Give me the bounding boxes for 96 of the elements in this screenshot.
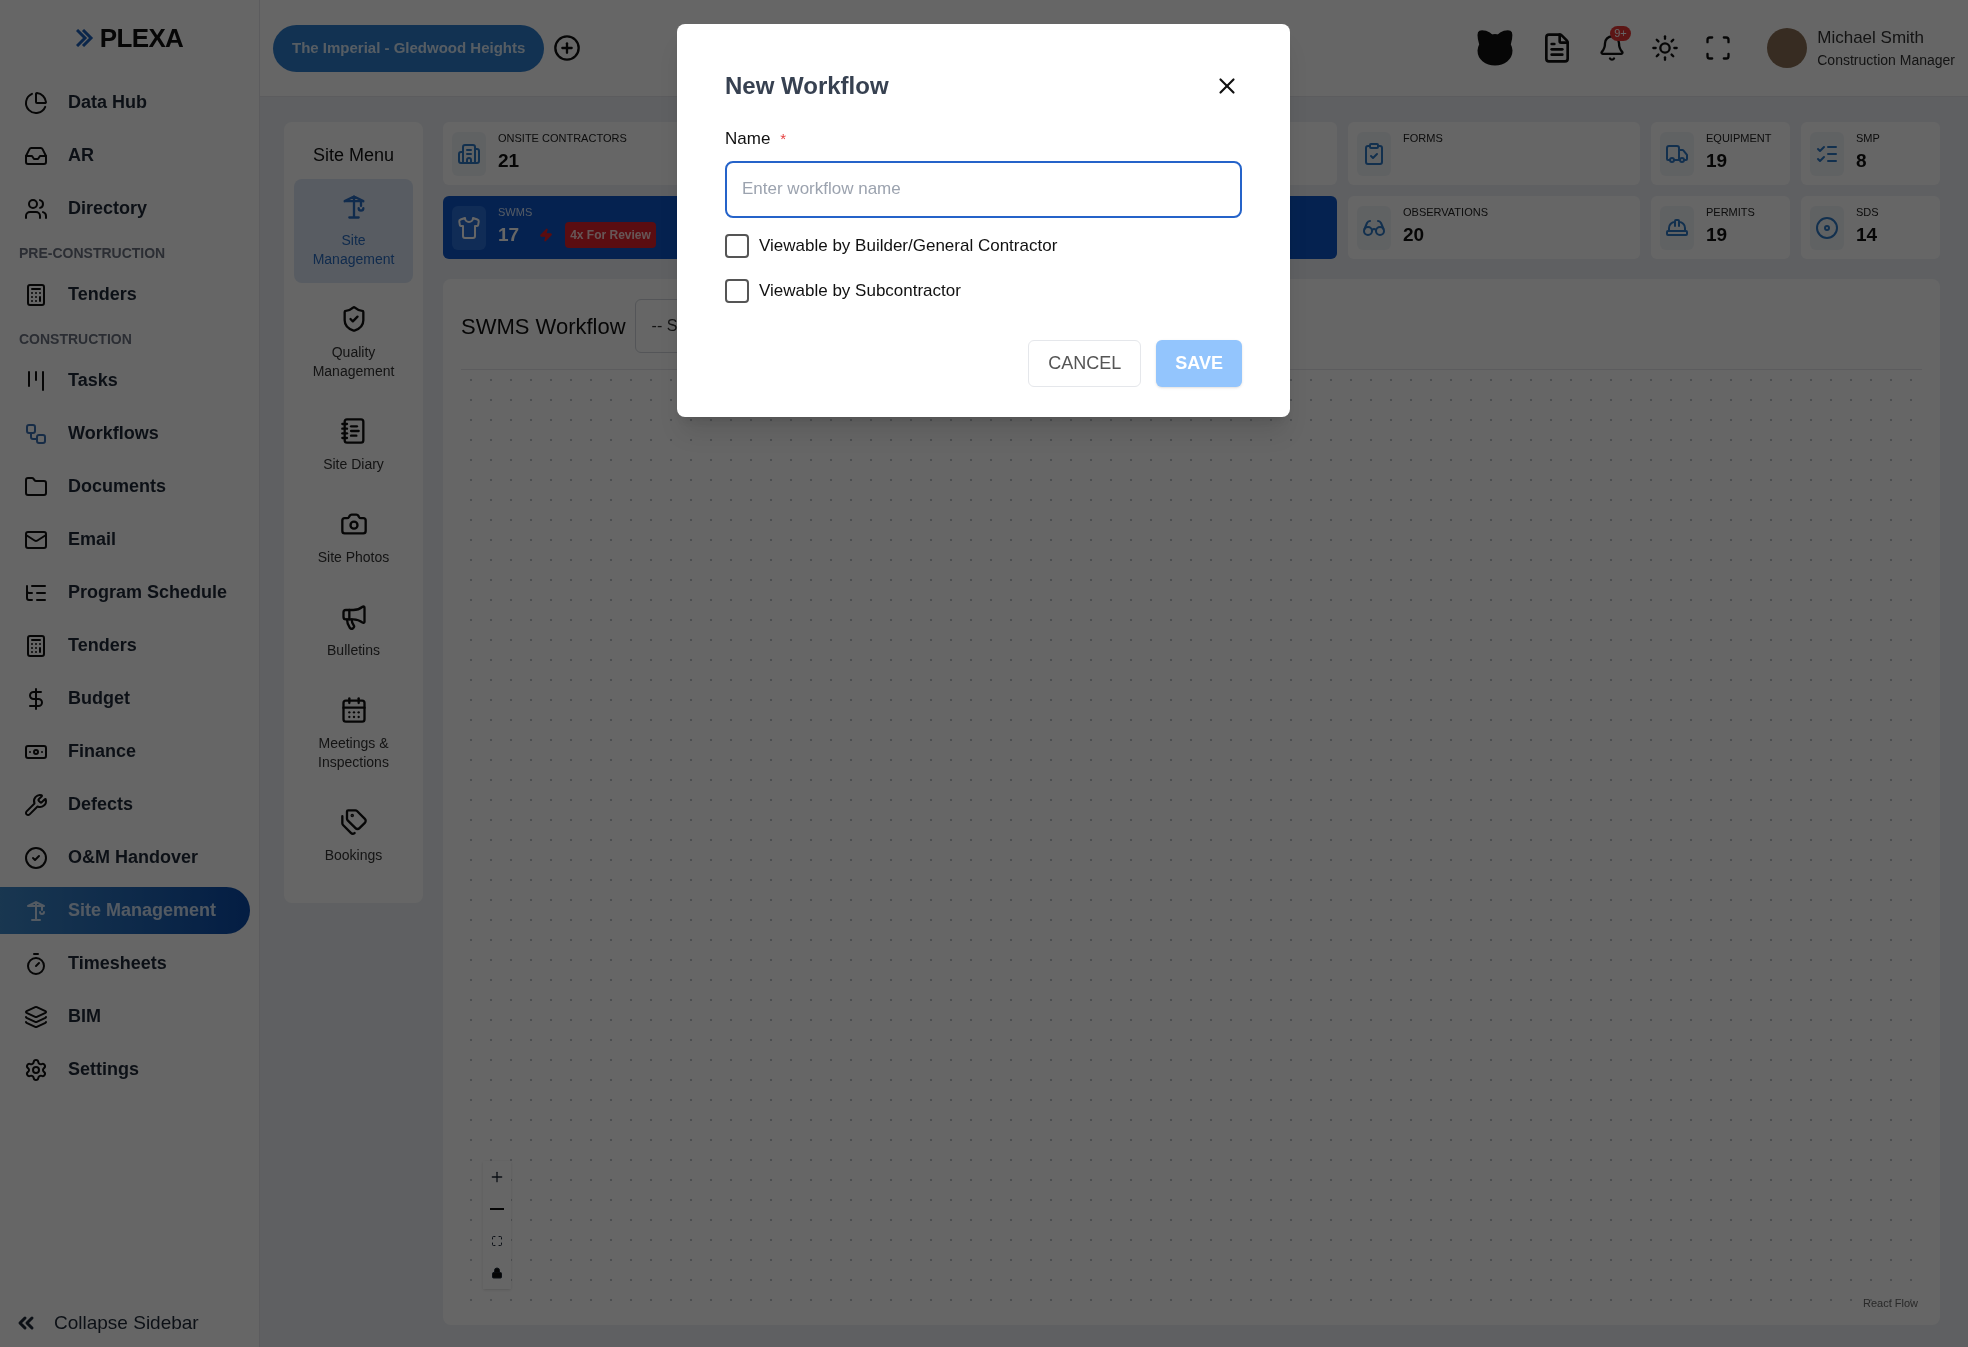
plus-icon xyxy=(489,1169,505,1185)
stat-label: SDS xyxy=(1856,205,1879,220)
sidebar-item[interactable]: Finance xyxy=(0,728,250,775)
clipboard-check-icon xyxy=(1362,141,1386,166)
calculator-icon xyxy=(24,282,48,307)
stat-card[interactable]: EQUIPMENT 19 xyxy=(1651,122,1790,185)
attribution-text: React Flow xyxy=(1862,1295,1918,1311)
sidebar-item[interactable]: Tasks xyxy=(0,357,250,404)
stat-card[interactable]: FORMS xyxy=(1348,122,1640,185)
stat-card[interactable]: SMP 8 xyxy=(1801,122,1940,185)
add-circle-icon[interactable] xyxy=(553,34,582,62)
avatar[interactable] xyxy=(1767,28,1808,68)
minus-icon xyxy=(490,1208,504,1210)
stat-label: FORMS xyxy=(1403,131,1443,146)
site-menu-item[interactable]: Bulletins xyxy=(294,589,413,674)
stat-label: SMP xyxy=(1856,131,1880,146)
section-heading: CONSTRUCTION xyxy=(18,330,133,349)
fit-view-icon xyxy=(491,1235,503,1247)
lock-icon xyxy=(491,1267,503,1279)
sun-icon[interactable] xyxy=(1651,34,1680,62)
sidebar-item[interactable]: Program Schedule xyxy=(0,569,250,616)
calendar-icon xyxy=(339,696,368,724)
site-menu-item[interactable]: Site Photos xyxy=(294,496,413,581)
site-menu-item[interactable]: Meetings & Inspections xyxy=(294,682,413,786)
logo-mark-icon xyxy=(75,29,96,47)
cancel-button[interactable]: CANCEL xyxy=(1028,339,1142,387)
stat-value: 21 xyxy=(498,148,520,173)
name-label: Name xyxy=(725,128,771,150)
site-menu-item[interactable]: Site Management xyxy=(294,179,413,283)
site-menu-item[interactable]: Quality Management xyxy=(294,291,413,395)
checkbox-label: Viewable by Subcontractor xyxy=(759,280,961,303)
sidebar-item[interactable]: BIM xyxy=(0,993,250,1040)
review-badge[interactable]: 4x For Review xyxy=(565,221,656,248)
sidebar-item[interactable]: Email xyxy=(0,516,250,563)
wrench-icon xyxy=(24,792,48,817)
fullscreen-icon[interactable] xyxy=(1704,34,1733,62)
layers-icon xyxy=(24,1004,48,1029)
required-mark: * xyxy=(780,128,787,149)
sidebar-item[interactable]: AR xyxy=(0,132,250,179)
logo-text: PLEXA xyxy=(99,21,184,55)
workflow-title: SWMS Workflow xyxy=(461,312,626,341)
stat-value: 14 xyxy=(1856,222,1878,247)
collapse-sidebar-button[interactable]: Collapse Sidebar xyxy=(14,1308,259,1337)
checkbox[interactable] xyxy=(725,279,749,303)
crane-icon xyxy=(24,898,48,923)
tags-icon xyxy=(339,808,368,836)
site-menu-title: Site Menu xyxy=(312,144,394,167)
sidebar-item[interactable]: Tenders xyxy=(0,622,250,669)
stat-card[interactable]: OBSERVATIONS 20 xyxy=(1348,196,1640,259)
stat-value: 20 xyxy=(1403,222,1425,247)
checkbox-label: Viewable by Builder/General Contractor xyxy=(759,235,1058,258)
sidebar-item[interactable]: Documents xyxy=(0,463,250,510)
dialog-title: New Workflow xyxy=(725,71,889,101)
sidebar-item[interactable]: Data Hub xyxy=(0,79,250,126)
sidebar-item[interactable]: Workflows xyxy=(0,410,250,457)
pie-chart-icon xyxy=(24,90,48,115)
stat-card[interactable]: PERMITS 19 xyxy=(1651,196,1790,259)
stat-value: 8 xyxy=(1856,148,1867,173)
sidebar-item[interactable]: Tenders xyxy=(0,271,250,318)
sidebar-item[interactable]: Directory xyxy=(0,185,250,232)
sidebar-item[interactable]: O&M Handover xyxy=(0,834,250,881)
stat-label: PERMITS xyxy=(1706,205,1755,220)
stat-card[interactable]: SDS 14 xyxy=(1801,196,1940,259)
calculator-icon xyxy=(24,633,48,658)
settings-icon xyxy=(24,1057,48,1082)
stat-value: 19 xyxy=(1706,222,1728,247)
check-circle-icon xyxy=(24,845,48,870)
workflow-icon xyxy=(24,421,48,446)
people-icon xyxy=(24,196,48,221)
stat-label: ONSITE CONTRACTORS xyxy=(498,131,627,146)
timer-icon xyxy=(24,951,48,976)
sidebar-item[interactable]: Defects xyxy=(0,781,250,828)
stat-label: OBSERVATIONS xyxy=(1403,205,1488,220)
section-heading: PRE-CONSTRUCTION xyxy=(18,244,167,263)
stat-value: 19 xyxy=(1706,148,1728,173)
stat-label: EQUIPMENT xyxy=(1706,131,1772,146)
stat-value: 17 xyxy=(498,222,520,247)
sidebar-item[interactable]: Site Management xyxy=(0,887,250,934)
notification-badge: 9+ xyxy=(1610,26,1631,41)
folder-icon xyxy=(24,474,48,499)
user-role: Construction Manager xyxy=(1817,51,1955,71)
disc-icon xyxy=(1815,215,1839,240)
site-menu-item[interactable]: Site Diary xyxy=(294,403,413,488)
stat-label: SWMS xyxy=(498,205,534,220)
sidebar-item[interactable]: Budget xyxy=(0,675,250,722)
buildings-icon xyxy=(457,141,481,166)
user-name: Michael Smith xyxy=(1817,26,1925,49)
checkbox[interactable] xyxy=(725,234,749,258)
sidebar-item[interactable]: Settings xyxy=(0,1046,250,1093)
sidebar-item[interactable]: Timesheets xyxy=(0,940,250,987)
megaphone-icon xyxy=(339,603,368,631)
workflow-name-field[interactable]: Enter workflow name xyxy=(725,160,1242,218)
site-menu-item[interactable]: Bookings xyxy=(294,794,413,879)
notebook-icon xyxy=(339,417,368,445)
project-selector[interactable]: The Imperial - Gledwood Heights xyxy=(273,24,545,72)
shirt-icon xyxy=(457,215,481,240)
